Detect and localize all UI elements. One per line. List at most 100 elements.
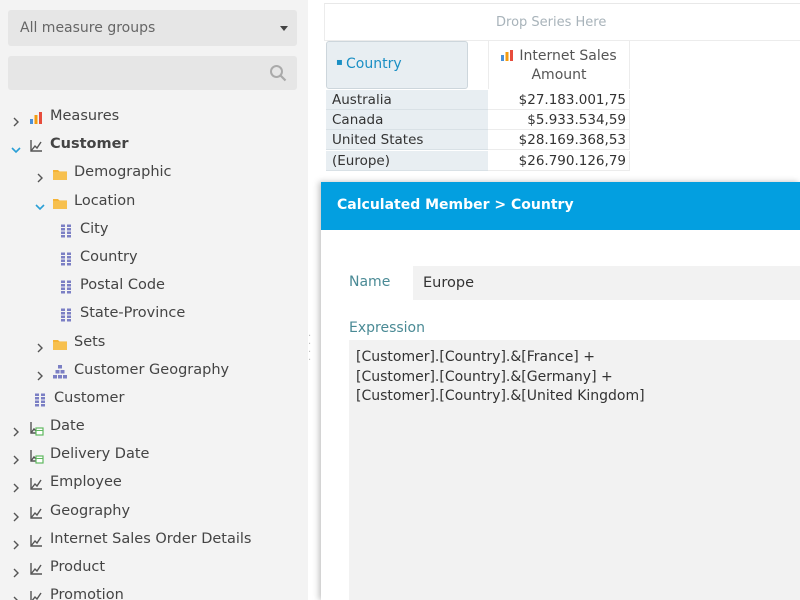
row-header-country[interactable]: ▪ Country <box>326 41 468 89</box>
dimension-icon <box>28 474 44 491</box>
tree-item-label: State-Province <box>80 305 186 322</box>
chevron-right-icon[interactable] <box>34 336 46 352</box>
table-row: Canada $5.933.534,59 <box>326 110 630 130</box>
tree-item[interactable]: Sets <box>0 328 308 356</box>
folder-icon <box>52 164 68 181</box>
tree-item-label: Postal Code <box>80 277 165 294</box>
tree-item[interactable]: Customer <box>0 130 308 158</box>
tree-item[interactable]: Product <box>0 553 308 581</box>
tree-item[interactable]: Employee <box>0 468 308 496</box>
tree-item-label: Product <box>50 559 106 575</box>
chevron-right-icon[interactable] <box>10 533 22 550</box>
expression-line: [Customer].[Country].&[France] + <box>356 349 595 365</box>
column-header-label-line2: Amount <box>531 67 587 83</box>
tree-item[interactable]: Location <box>0 187 308 215</box>
attribute-icon <box>58 277 74 294</box>
caret-down-icon <box>280 26 288 31</box>
tree-item-label: City <box>80 220 109 237</box>
time-dimension-icon <box>28 418 44 436</box>
tree-item-label: Demographic <box>74 164 172 181</box>
measure-group-select-value: All measure groups <box>20 20 156 36</box>
field-search-box[interactable] <box>8 56 297 90</box>
tree-item-label: Promotion <box>50 587 124 600</box>
tree-item-label: Customer Geography <box>74 361 230 378</box>
field-list-panel: All measure groups Measures Customer Demog… <box>0 0 308 600</box>
tree-item-label: Internet Sales Order Details <box>50 530 252 547</box>
name-label: Name <box>349 274 391 290</box>
chevron-down-icon[interactable] <box>10 138 22 154</box>
expression-line: [Customer].[Country].&[United Kingdom] <box>356 388 645 404</box>
chevron-right-icon[interactable] <box>10 505 22 522</box>
column-header-label-line1: Internet Sales <box>519 48 617 64</box>
row-value-cell: $28.169.368,53 <box>488 130 630 150</box>
row-country-cell[interactable]: (Europe) <box>326 151 488 171</box>
chevron-down-icon[interactable] <box>34 195 46 210</box>
tree-item-label: Geography <box>50 502 131 519</box>
tree-item[interactable]: Postal Code <box>0 271 308 299</box>
field-tree: Measures Customer Demographic Location City C… <box>0 102 308 600</box>
tree-item-label: Location <box>74 192 136 209</box>
tree-item[interactable]: Delivery Date <box>0 440 308 468</box>
row-value-cell: $27.183.001,75 <box>488 90 630 110</box>
chevron-right-icon[interactable] <box>10 589 22 600</box>
panel-resize-handle[interactable]: · · · · <box>308 332 312 373</box>
hierarchy-icon <box>52 362 68 379</box>
tree-item[interactable]: Promotion <box>0 581 308 600</box>
expression-editor[interactable]: [Customer].[Country].&[France] + [Custom… <box>349 340 800 600</box>
tree-item-label: Customer <box>54 389 125 406</box>
tree-item-label: Delivery Date <box>50 446 150 463</box>
row-value-cell: $5.933.534,59 <box>488 110 630 130</box>
tree-item-label: Employee <box>50 474 122 491</box>
tree-item[interactable]: City <box>0 215 308 243</box>
expression-label: Expression <box>349 320 425 336</box>
drop-series-zone[interactable]: Drop Series Here <box>324 3 800 41</box>
table-row: (Europe) $26.790.126,79 <box>326 151 630 171</box>
tree-item[interactable]: Country <box>0 243 308 271</box>
chevron-right-icon[interactable] <box>10 448 22 465</box>
time-dimension-icon <box>28 446 44 464</box>
attribute-icon <box>58 305 74 322</box>
attribute-icon <box>32 390 48 407</box>
table-row: Australia $27.183.001,75 <box>326 90 630 110</box>
tree-item[interactable]: Internet Sales Order Details <box>0 525 308 553</box>
tree-item[interactable]: Customer Geography <box>0 356 308 384</box>
folder-icon <box>52 193 68 209</box>
measure-group-select[interactable]: All measure groups <box>8 10 297 46</box>
dimension-icon <box>28 503 44 519</box>
tree-item[interactable]: Measures <box>0 102 308 130</box>
tree-item[interactable]: Geography <box>0 497 308 525</box>
row-country-cell[interactable]: United States <box>326 130 488 150</box>
bar-chart-icon <box>501 50 514 61</box>
dimension-icon <box>28 587 44 600</box>
expression-line: [Customer].[Country].&[Germany] + <box>356 368 613 385</box>
tree-item[interactable]: State-Province <box>0 299 308 327</box>
field-search-input[interactable] <box>8 56 272 90</box>
chevron-right-icon[interactable] <box>34 364 46 381</box>
tree-item[interactable]: Date <box>0 412 308 440</box>
row-value-cell: $26.790.126,79 <box>488 151 630 171</box>
tree-item-label: Sets <box>74 333 106 350</box>
name-field[interactable] <box>413 266 800 300</box>
tree-item-label: Measures <box>50 108 120 124</box>
dimension-icon <box>28 559 44 575</box>
tree-item[interactable]: Customer <box>0 384 308 412</box>
search-icon[interactable] <box>269 64 287 82</box>
column-header-internet-sales-amount[interactable]: Internet Sales Amount <box>488 41 630 89</box>
chevron-right-icon[interactable] <box>10 476 22 493</box>
attribute-icon <box>58 221 74 238</box>
chevron-right-icon[interactable] <box>34 166 46 183</box>
folder-icon <box>52 334 68 350</box>
chevron-right-icon[interactable] <box>10 420 22 437</box>
dimension-icon <box>28 136 44 152</box>
chevron-right-icon[interactable] <box>10 110 22 127</box>
row-country-cell[interactable]: Canada <box>326 110 488 130</box>
dialog-header: Calculated Member > Country <box>321 182 800 230</box>
tree-item[interactable]: Demographic <box>0 158 308 186</box>
drop-series-label: Drop Series Here <box>496 15 607 30</box>
attribute-icon <box>58 249 74 266</box>
tree-item-label: Date <box>50 418 85 435</box>
row-country-cell[interactable]: Australia <box>326 90 488 110</box>
tree-item-label: Country <box>80 248 138 265</box>
tree-item-label: Customer <box>50 136 129 153</box>
chevron-right-icon[interactable] <box>10 561 22 578</box>
